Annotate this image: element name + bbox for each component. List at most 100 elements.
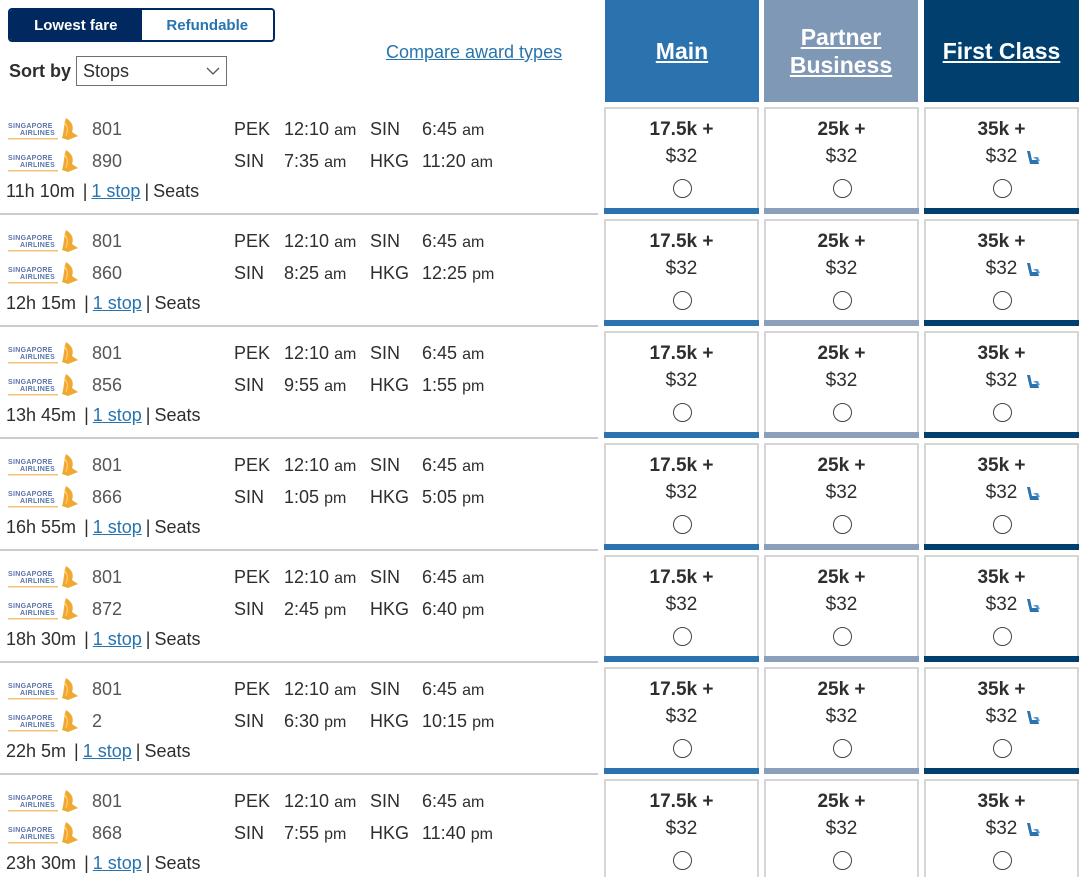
fare-cell-main[interactable]: 17.5k + $32 [604,219,759,326]
fare-miles: 25k + [817,119,866,140]
arrival-time: 10:15 pm [422,711,495,731]
compare-award-types-link[interactable]: Compare award types [386,42,562,63]
svg-text:AIRLINES: AIRLINES [20,498,55,505]
fare-cell-main[interactable]: 17.5k + $32 [604,107,759,214]
origin-airport: SIN [234,487,265,507]
fare-cell-main[interactable]: 17.5k + $32 [604,667,759,774]
fare-cell-main[interactable]: 17.5k + $32 [604,331,759,438]
fare-cell-first[interactable]: 35k + $32 [924,107,1079,214]
fare-price: $32 [985,594,1018,615]
fare-cell-main[interactable]: 17.5k + $32 [604,443,759,550]
svg-text:AIRLINES: AIRLINES [20,690,55,697]
fare-radio-button[interactable] [832,851,852,870]
svg-text:SINGAPORE: SINGAPORE [8,827,53,834]
singapore-airlines-logo-icon: SINGAPORE AIRLINES [6,596,82,622]
fare-radio-button[interactable] [672,291,692,310]
svg-text:AIRLINES: AIRLINES [20,162,55,169]
flight-summary: 12h 15m | 1 stop | Seats [6,293,201,314]
fare-cell-partner[interactable]: 25k + $32 [764,443,919,550]
separator: | [84,853,89,873]
fare-radio-button[interactable] [992,291,1012,310]
fare-radio-button[interactable] [672,515,692,534]
seats-link[interactable]: Seats [144,741,190,762]
fare-price: $32 [825,594,858,615]
svg-text:SINGAPORE: SINGAPORE [8,267,53,274]
fare-radio-button[interactable] [992,851,1012,870]
fare-radio-button[interactable] [832,291,852,310]
fare-cell-partner[interactable]: 25k + $32 [764,779,919,877]
separator: | [145,629,151,649]
flight-row: SINGAPORE AIRLINES 801 PEK 12:10 am SIN 6:45… [0,331,1080,443]
flight-segment: SINGAPORE AIRLINES 2 [6,707,152,735]
seats-link[interactable]: Seats [154,517,200,538]
separator: | [135,741,141,761]
fare-cell-first[interactable]: 35k + $32 [924,779,1079,877]
stops-link[interactable]: 1 stop [93,517,142,538]
fare-radio-button[interactable] [832,739,852,758]
fare-miles: 17.5k + [649,231,714,252]
fare-cell-accent-bar [764,656,919,662]
destination-airport: HKG [370,487,410,507]
svg-text:SINGAPORE: SINGAPORE [8,603,53,610]
fare-radio-button[interactable] [672,627,692,646]
destination-airport: SIN [370,231,401,251]
fare-radio-button[interactable] [672,739,692,758]
sort-select[interactable]: Stops [76,56,228,86]
fare-radio-button[interactable] [992,403,1012,422]
stops-link[interactable]: 1 stop [83,741,132,762]
separator: | [84,629,89,649]
fare-radio-button[interactable] [992,179,1012,198]
fare-cell-partner[interactable]: 25k + $32 [764,667,919,774]
fare-miles: 17.5k + [649,679,714,700]
stops-link[interactable]: 1 stop [93,405,142,426]
seats-link[interactable]: Seats [154,293,200,314]
fare-radio-button[interactable] [672,403,692,422]
flight-number: 801 [92,790,123,811]
fare-cell-partner[interactable]: 25k + $32 [764,555,919,662]
seats-link[interactable]: Seats [154,405,200,426]
fare-cell-partner[interactable]: 25k + $32 [764,219,919,326]
fare-miles: 35k + [977,231,1026,252]
stops-link[interactable]: 1 stop [91,181,140,202]
fare-radio-button[interactable] [832,403,852,422]
fare-radio-button[interactable] [832,179,852,198]
seats-link[interactable]: Seats [153,181,199,202]
arrival-time: 6:45 am [422,343,485,363]
fare-cell-first[interactable]: 35k + $32 [924,331,1079,438]
departure-time: 12:10 am [284,119,357,139]
stops-link[interactable]: 1 stop [93,293,142,314]
fare-cell-first[interactable]: 35k + $32 [924,443,1079,550]
lowest-fare-tab[interactable]: Lowest fare [10,10,142,40]
fare-radio-button[interactable] [992,515,1012,534]
seats-link[interactable]: Seats [154,629,200,650]
column-header-main[interactable]: Main [605,0,759,102]
fare-cell-accent-bar [604,656,759,662]
segment-route: SIN 6:30 pm HKG 10:15 pm [234,711,508,732]
flight-segment: SINGAPORE AIRLINES 872 [6,595,152,623]
fare-cell-main[interactable]: 17.5k + $32 [604,555,759,662]
fare-radio-button[interactable] [672,179,692,198]
origin-airport: PEK [234,119,271,139]
fare-radio-button[interactable] [992,627,1012,646]
fare-cell-first[interactable]: 35k + $32 [924,667,1079,774]
fare-radio-button[interactable] [992,739,1012,758]
fare-radio-button[interactable] [672,851,692,870]
destination-airport: SIN [370,455,401,475]
column-header-partner-business[interactable]: Partner Business [764,0,918,102]
separator: | [74,741,79,761]
fare-cell-first[interactable]: 35k + $32 [924,219,1079,326]
departure-time: 12:10 am [284,567,357,587]
stops-link[interactable]: 1 stop [93,629,142,650]
fare-cell-main[interactable]: 17.5k + $32 [604,779,759,877]
fare-radio-button[interactable] [832,627,852,646]
column-header-first-class[interactable]: First Class [924,0,1079,102]
fare-cell-partner[interactable]: 25k + $32 [764,331,919,438]
fare-miles: 35k + [977,455,1026,476]
seats-link[interactable]: Seats [154,853,200,874]
fare-radio-button[interactable] [832,515,852,534]
fare-cell-partner[interactable]: 25k + $32 [764,107,919,214]
fare-cell-accent-bar [924,432,1079,438]
refundable-tab[interactable]: Refundable [141,10,273,40]
fare-cell-first[interactable]: 35k + $32 [924,555,1079,662]
stops-link[interactable]: 1 stop [93,853,142,874]
